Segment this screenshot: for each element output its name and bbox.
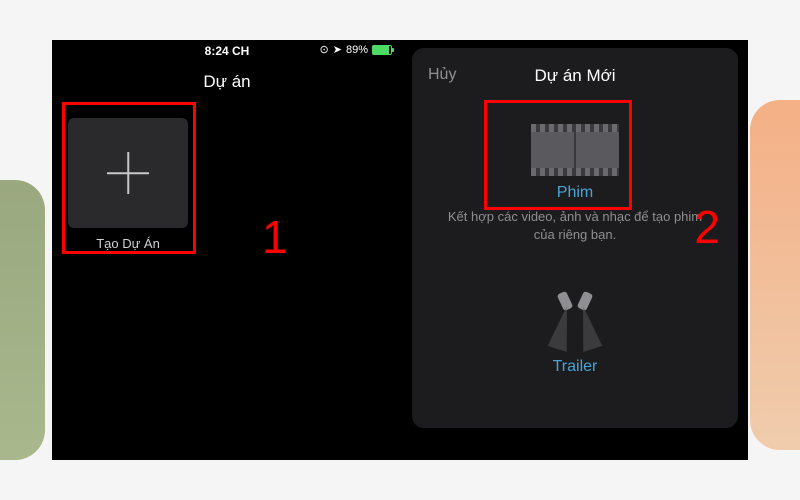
decorative-brush-left [0,180,45,460]
movie-option[interactable]: Phim Kết hợp các video, ảnh và nhạc để t… [424,106,726,264]
battery-percent: 89% [346,44,368,56]
status-right: ⊙ ➤ 89% [320,43,392,56]
cancel-button[interactable]: Hủy [428,66,456,84]
status-time: 8:24 CH [205,44,250,58]
film-icon [531,124,619,176]
panel-step-2: Hủy Dự án Mới Phim Kết hợp các video, ản… [402,40,748,460]
decorative-brush-right [750,100,800,450]
sheet-title: Dự án Mới [534,66,615,85]
alarm-icon: ⊙ [320,43,329,56]
create-project-label: Tạo Dự Án [68,236,188,251]
sheet-header: Hủy Dự án Mới [412,56,738,100]
new-project-sheet: Hủy Dự án Mới Phim Kết hợp các video, ản… [412,48,738,428]
trailer-title: Trailer [438,358,712,376]
spotlight-icon [540,290,610,350]
page-title: Dự án [52,62,402,106]
location-icon: ➤ [333,43,342,56]
create-project-tile[interactable] [68,118,188,228]
trailer-option[interactable]: Trailer [424,272,726,388]
step-number-2: 2 [694,200,720,254]
plus-icon [107,152,149,194]
status-bar: 8:24 CH ⊙ ➤ 89% [52,40,402,62]
screenshot-pair: 8:24 CH ⊙ ➤ 89% Dự án Tạo Dự Án 1 Hủy Dự… [52,40,748,460]
step-number-1: 1 [262,210,288,264]
movie-title: Phim [438,184,712,202]
battery-icon [372,45,392,55]
panel-step-1: 8:24 CH ⊙ ➤ 89% Dự án Tạo Dự Án 1 [52,40,402,460]
movie-description: Kết hợp các video, ảnh và nhạc để tạo ph… [438,208,712,244]
